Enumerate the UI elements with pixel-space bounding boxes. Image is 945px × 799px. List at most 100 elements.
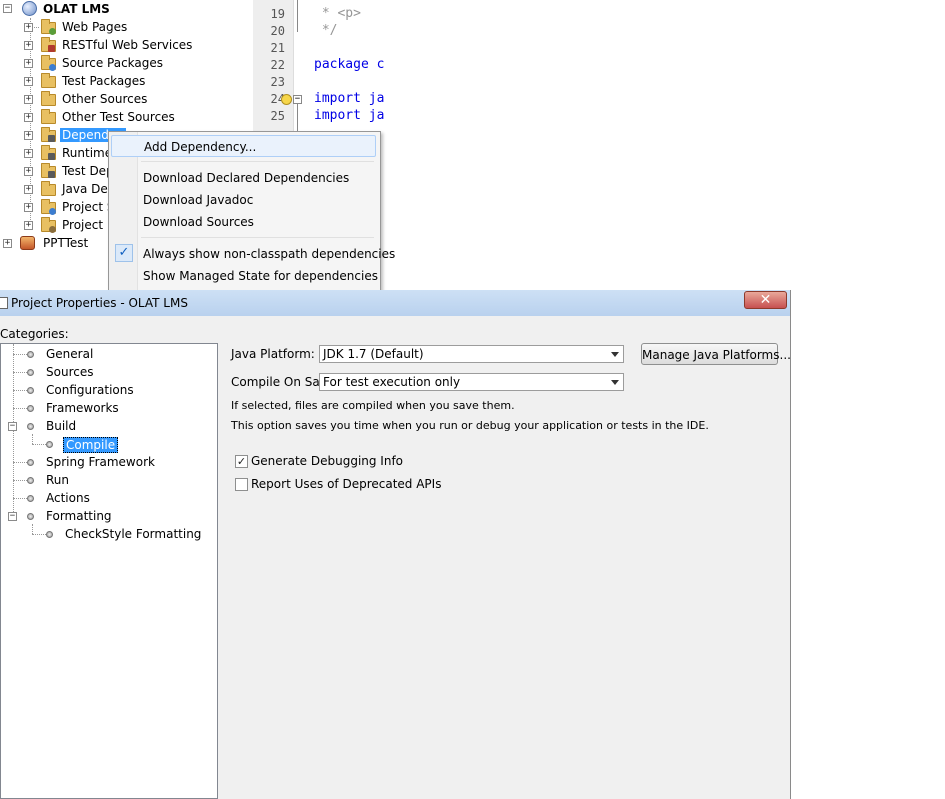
folder-icon [41,91,56,106]
line-number: 21 [270,41,285,55]
tree-item-web-pages[interactable]: + Web Pages [0,18,253,36]
node-dot-icon [27,387,34,394]
category-label: Spring Framework [46,455,155,469]
expand-icon[interactable]: + [24,131,33,140]
category-label: Build [46,419,77,433]
context-menu: Add Dependency... Download Declared Depe… [108,131,395,291]
menu-separator [141,161,374,162]
node-dot-icon [27,477,34,484]
line-number: 23 [270,75,285,89]
menu-item-download-sources[interactable]: Download Sources [111,211,376,233]
tree-root-label: PPTTest [43,236,89,250]
tree-item-test-packages[interactable]: + Test Packages [0,72,253,90]
tree-item-label: Web Pages [62,20,128,34]
report-deprecated-apis-label: Report Uses of Deprecated APIs [251,477,442,491]
dropdown-arrow-icon [611,380,619,385]
compile-info-line2: This option saves you time when you run … [231,419,709,432]
node-dot-icon [27,351,34,358]
expand-icon[interactable]: + [24,149,33,158]
expand-icon[interactable]: + [24,23,33,32]
button-label: Manage Java Platforms... [642,348,791,362]
menu-item-show-managed-state[interactable]: Show Managed State for dependencies [111,265,378,287]
web-badge-icon [49,28,56,35]
manage-java-platforms-button[interactable]: Manage Java Platforms... [641,343,791,365]
fold-guide [297,0,298,32]
java-platform-value: JDK 1.7 (Default) [323,347,424,361]
category-label: Frameworks [46,401,119,415]
package-folder-icon [41,73,56,88]
tree-item-other-sources[interactable]: + Other Sources [0,90,253,108]
report-deprecated-apis-checkbox[interactable] [235,478,248,491]
jar-badge-icon [48,171,55,178]
expand-icon[interactable]: + [24,203,33,212]
dropdown-arrow-icon [611,352,619,357]
category-label: CheckStyle Formatting [65,527,202,541]
tree-item-label: RESTful Web Services [62,38,193,52]
rest-badge-icon [48,45,55,52]
menu-item-download-javadoc[interactable]: Download Javadoc [111,189,376,211]
dialog-titlebar[interactable]: Project Properties - OLAT LMS ✕ [0,290,790,316]
fold-icon[interactable]: − [293,95,302,104]
line-number: 25 [270,109,285,123]
code-line: import ja [314,91,385,106]
tree-item-restful-services[interactable]: + RESTful Web Services [0,36,253,54]
node-dot-icon [46,531,53,538]
collapse-icon[interactable]: − [8,422,17,431]
dialog-title: Project Properties - OLAT LMS [11,296,188,310]
expand-icon[interactable]: + [3,239,12,248]
code-line: * <p> [314,6,361,21]
expand-icon[interactable]: + [24,221,33,230]
line-number: 22 [270,58,285,72]
web-project-icon [22,1,37,16]
expand-icon[interactable]: + [24,77,33,86]
menu-item-show-non-classpath[interactable]: ✓ Always show non-classpath dependencies [111,243,395,265]
menu-item-label: Add Dependency... [144,140,257,154]
menu-item-label: Download Sources [143,215,254,229]
expand-icon[interactable]: + [24,59,33,68]
node-dot-icon [27,405,34,412]
menu-item-label: Always show non-classpath dependencies [143,247,396,261]
java-platform-select[interactable]: JDK 1.7 (Default) [319,345,624,363]
tree-root-olat-lms[interactable]: − OLAT LMS [0,0,253,18]
expand-icon[interactable]: + [24,167,33,176]
node-dot-icon [27,369,34,376]
project-properties-dialog: Project Properties - OLAT LMS ✕ Categori… [0,290,791,799]
node-dot-icon [46,441,53,448]
line-number: 19 [270,7,285,21]
netbeans-window-icon [0,297,8,309]
node-dot-icon [27,495,34,502]
expand-icon[interactable]: + [24,113,33,122]
expand-icon[interactable]: + [24,185,33,194]
categories-tree[interactable]: General Sources Configurations Framework… [0,343,218,799]
code-line: import ja [314,108,385,123]
category-label: Sources [46,365,94,379]
expand-icon[interactable]: + [24,41,33,50]
tree-item-source-packages[interactable]: + Source Packages [0,54,253,72]
generate-debugging-info-label: Generate Debugging Info [251,454,404,468]
collapse-icon[interactable]: − [3,4,12,13]
generate-debugging-info-checkbox[interactable]: ✓ [235,455,248,468]
hint-bulb-icon[interactable] [281,94,292,105]
collapse-icon[interactable]: − [8,512,17,521]
tree-item-other-test-sources[interactable]: + Other Test Sources [0,108,253,126]
menu-item-label: Download Declared Dependencies [143,171,350,185]
close-button[interactable]: ✕ [744,291,787,309]
code-line: package c [314,57,385,72]
folder-icon [41,109,56,124]
java-badge-icon [49,64,56,71]
menu-item-add-dependency[interactable]: Add Dependency... [111,135,376,157]
category-label: Configurations [46,383,134,397]
site-badge-icon [49,208,56,215]
compile-info-line1: If selected, files are compiled when you… [231,399,515,412]
expand-icon[interactable]: + [24,95,33,104]
tree-root-label: OLAT LMS [43,2,110,16]
menu-separator [141,237,374,238]
maven-project-icon [20,236,35,250]
categories-label: Categories: [0,327,69,341]
node-dot-icon [27,459,34,466]
tree-item-label: Other Test Sources [62,110,175,124]
menu-item-download-declared[interactable]: Download Declared Dependencies [111,167,376,189]
compile-on-save-select[interactable]: For test execution only [319,373,624,391]
category-label: Compile [63,437,119,453]
tree-item-label: Source Packages [62,56,164,70]
